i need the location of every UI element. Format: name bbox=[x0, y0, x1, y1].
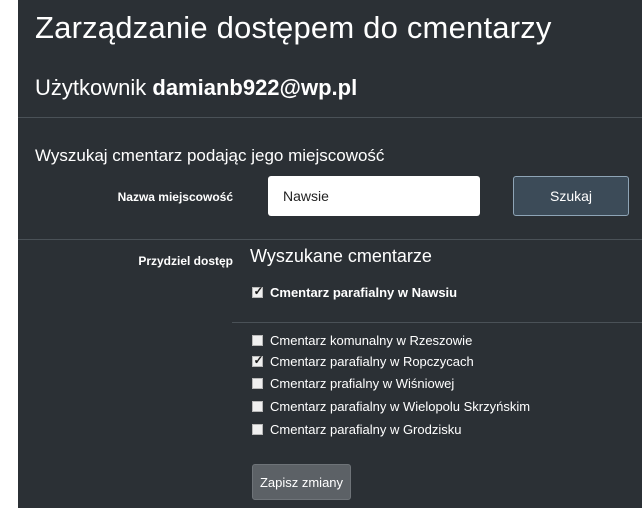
cemetery-label: Cmentarz parafialny w Wielopolu Skrzyńsk… bbox=[270, 399, 531, 414]
cemetery-label: Cmentarz parafialny w Ropczycach bbox=[270, 354, 474, 369]
checkbox[interactable]: ✓ bbox=[252, 353, 264, 367]
check-icon: ✓ bbox=[253, 353, 264, 367]
checkbox[interactable] bbox=[252, 378, 263, 389]
assigned-cemetery-checkbox[interactable]: ✓ Cmentarz parafialny w Ropczycach bbox=[252, 353, 474, 369]
search-heading: Wyszukaj cmentarz podając jego miejscowo… bbox=[35, 146, 385, 165]
divider bbox=[18, 117, 642, 118]
user-line: Użytkownik damianb922@wp.pl bbox=[35, 75, 357, 101]
divider bbox=[232, 322, 642, 323]
search-button[interactable]: Szukaj bbox=[513, 176, 629, 216]
check-icon: ✓ bbox=[253, 284, 264, 298]
checkbox[interactable] bbox=[252, 335, 263, 346]
access-management-panel: Zarządzanie dostępem do cmentarzy Użytko… bbox=[18, 0, 642, 508]
save-changes-button[interactable]: Zapisz zmiany bbox=[252, 464, 351, 500]
cemetery-label: Cmentarz komunalny w Rzeszowie bbox=[270, 333, 473, 348]
town-field-label: Nazwa miejscowość bbox=[117, 190, 233, 204]
assigned-cemetery-checkbox[interactable]: Cmentarz prafialny w Wiśniowej bbox=[252, 376, 454, 391]
checkbox[interactable] bbox=[252, 424, 263, 435]
assigned-cemetery-checkbox[interactable]: Cmentarz parafialny w Grodzisku bbox=[252, 422, 461, 437]
checkbox[interactable]: ✓ bbox=[252, 284, 264, 298]
assign-access-label: Przydziel dostęp bbox=[138, 254, 233, 268]
cemetery-label: Cmentarz prafialny w Wiśniowej bbox=[270, 376, 455, 391]
assigned-cemetery-checkbox[interactable]: Cmentarz komunalny w Rzeszowie bbox=[252, 333, 472, 348]
search-results-heading: Wyszukane cmentarze bbox=[250, 246, 432, 266]
page-title: Zarządzanie dostępem do cmentarzy bbox=[35, 10, 552, 45]
found-cemetery-checkbox[interactable]: ✓ Cmentarz parafialny w Nawsiu bbox=[252, 284, 458, 300]
user-prefix: Użytkownik bbox=[35, 75, 147, 100]
cemetery-label: Cmentarz parafialny w Grodzisku bbox=[270, 422, 462, 437]
checkbox[interactable] bbox=[252, 401, 263, 412]
user-email: damianb922@wp.pl bbox=[152, 75, 358, 100]
town-search-input[interactable] bbox=[268, 176, 480, 216]
divider bbox=[18, 239, 642, 240]
assigned-cemetery-checkbox[interactable]: Cmentarz parafialny w Wielopolu Skrzyńsk… bbox=[252, 399, 530, 414]
cemetery-label: Cmentarz parafialny w Nawsiu bbox=[270, 285, 458, 300]
